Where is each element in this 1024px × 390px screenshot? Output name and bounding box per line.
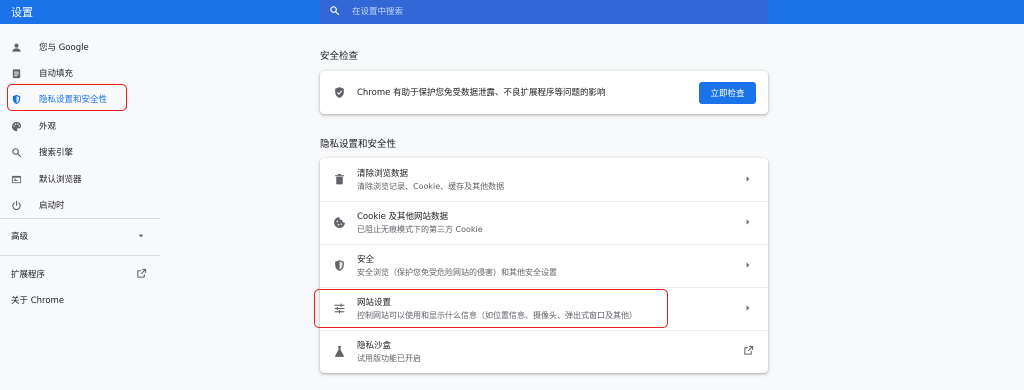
row-subtitle: 已阻止无痕模式下的第三方 Cookie xyxy=(357,225,483,234)
chevron-right-icon xyxy=(744,304,752,312)
chevron-right-icon xyxy=(744,261,752,269)
sidebar-item-search-engine[interactable]: 搜索引擎 xyxy=(0,140,160,164)
sidebar-item-label: 搜索引擎 xyxy=(39,148,74,158)
chevron-right-icon xyxy=(744,175,752,183)
shield-icon xyxy=(333,259,346,272)
sidebar-item-privacy[interactable]: 隐私设置和安全性 xyxy=(0,87,160,111)
open-in-new-icon xyxy=(743,345,754,356)
browser-window-icon xyxy=(11,174,22,185)
sidebar-item-label: 默认浏览器 xyxy=(39,175,82,185)
row-title: 隐私沙盒 xyxy=(357,341,392,351)
row-subtitle: 试用版功能已开启 xyxy=(357,354,421,363)
privacy-sandbox-row[interactable]: 隐私沙盒 试用版功能已开启 xyxy=(320,330,768,373)
sidebar-item-about[interactable]: 关于 Chrome xyxy=(0,288,160,312)
shield-icon xyxy=(11,94,22,105)
sidebar-item-appearance[interactable]: 外观 xyxy=(0,114,160,138)
search-box[interactable] xyxy=(320,0,768,24)
sidebar-item-label: 自动填充 xyxy=(39,69,74,79)
row-subtitle: 清除浏览记录、Cookie、缓存及其他数据 xyxy=(357,182,505,191)
sidebar-item-extensions[interactable]: 扩展程序 xyxy=(0,262,160,286)
flask-icon xyxy=(333,345,346,358)
privacy-heading: 隐私设置和安全性 xyxy=(320,139,397,150)
sidebar-item-label: 您与 Google xyxy=(39,43,89,53)
search-input[interactable] xyxy=(352,7,732,17)
safety-check-card: Chrome 有助于保护您免受数据泄露、不良扩展程序等问题的影响 立即检查 xyxy=(320,71,768,114)
row-title: 清除浏览数据 xyxy=(357,169,409,179)
sidebar-item-on-startup[interactable]: 启动时 xyxy=(0,193,160,217)
row-title: 安全 xyxy=(357,255,375,265)
sidebar-item-label: 启动时 xyxy=(39,201,65,211)
trash-icon xyxy=(333,173,346,186)
sidebar-divider xyxy=(0,218,160,219)
clipboard-icon xyxy=(11,68,22,79)
cookie-icon xyxy=(333,216,346,229)
safety-check-row: Chrome 有助于保护您免受数据泄露、不良扩展程序等问题的影响 立即检查 xyxy=(320,71,768,114)
sidebar-extensions-label: 扩展程序 xyxy=(11,270,46,280)
row-title: Cookie 及其他网站数据 xyxy=(357,212,449,222)
site-settings-row[interactable]: 网站设置 控制网站可以使用和显示什么信息（如位置信息、摄像头、弹出式窗口及其他） xyxy=(320,287,768,330)
sidebar-item-you-and-google[interactable]: 您与 Google xyxy=(0,35,160,59)
search-icon xyxy=(329,5,340,19)
sidebar: 您与 Google 自动填充 隐私设置和安全性 外观 搜索引擎 默认浏览器 启动… xyxy=(0,24,160,390)
safety-check-heading: 安全检查 xyxy=(320,51,359,62)
row-subtitle: 安全浏览（保护您免受危险网站的侵害）和其他安全设置 xyxy=(357,268,557,277)
safety-check-button[interactable]: 立即检查 xyxy=(699,82,756,104)
sidebar-item-default-browser[interactable]: 默认浏览器 xyxy=(0,167,160,191)
cookies-row[interactable]: Cookie 及其他网站数据 已阻止无痕模式下的第三方 Cookie xyxy=(320,201,768,244)
chevron-down-icon xyxy=(137,232,145,240)
sidebar-item-autofill[interactable]: 自动填充 xyxy=(0,61,160,85)
row-title: 网站设置 xyxy=(357,298,392,308)
palette-icon xyxy=(11,121,22,132)
page-title: 设置 xyxy=(11,6,33,19)
shield-check-icon xyxy=(333,86,346,99)
security-row[interactable]: 安全 安全浏览（保护您免受危险网站的侵害）和其他安全设置 xyxy=(320,244,768,287)
clear-browsing-data-row[interactable]: 清除浏览数据 清除浏览记录、Cookie、缓存及其他数据 xyxy=(320,158,768,201)
search-icon xyxy=(11,147,22,158)
open-in-new-icon xyxy=(136,268,147,279)
safety-check-text: Chrome 有助于保护您免受数据泄露、不良扩展程序等问题的影响 xyxy=(357,88,606,98)
tune-icon xyxy=(333,302,346,315)
sidebar-advanced-label: 高级 xyxy=(11,232,29,242)
sidebar-item-label: 隐私设置和安全性 xyxy=(39,95,108,105)
sidebar-item-label: 外观 xyxy=(39,122,57,132)
sidebar-item-advanced[interactable]: 高级 xyxy=(0,224,160,248)
person-icon xyxy=(11,42,22,53)
top-bar: 设置 xyxy=(0,0,1024,24)
sidebar-about-label: 关于 Chrome xyxy=(11,296,65,306)
privacy-card: 清除浏览数据 清除浏览记录、Cookie、缓存及其他数据 Cookie 及其他网… xyxy=(320,158,768,373)
chevron-right-icon xyxy=(744,218,752,226)
sidebar-divider xyxy=(0,255,160,256)
power-icon xyxy=(11,200,22,211)
row-subtitle: 控制网站可以使用和显示什么信息（如位置信息、摄像头、弹出式窗口及其他） xyxy=(357,311,637,320)
